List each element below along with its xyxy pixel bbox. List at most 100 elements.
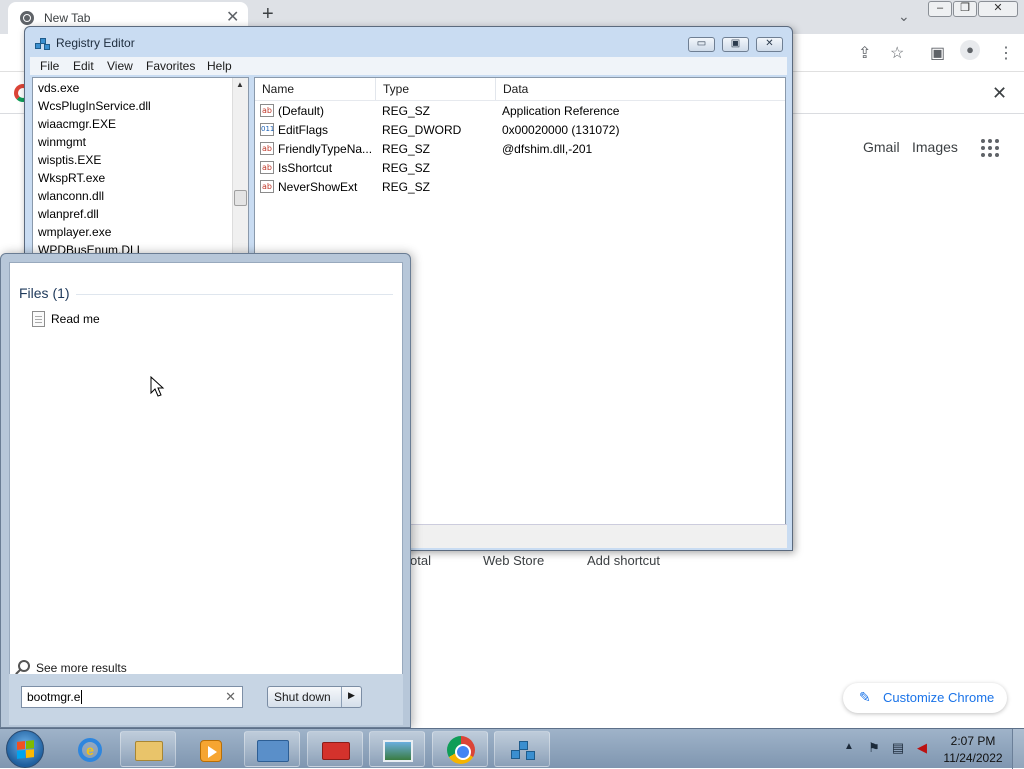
menu-favorites[interactable]: Favorites bbox=[146, 59, 195, 73]
taskbar-internet-explorer[interactable]: e bbox=[60, 731, 116, 767]
start-search-input[interactable]: bootmgr.e ✕ bbox=[21, 686, 243, 708]
profile-avatar-icon[interactable]: ● bbox=[960, 40, 980, 60]
folder-icon bbox=[135, 741, 163, 761]
scroll-up-icon[interactable]: ▲ bbox=[236, 80, 244, 89]
search-results-panel: Files (1) Read me See more results bbox=[9, 262, 403, 725]
shut-down-label: Shut down bbox=[274, 690, 331, 704]
value-name: NeverShowExt bbox=[278, 180, 358, 194]
show-desktop-button[interactable] bbox=[1012, 729, 1024, 769]
side-panel-icon[interactable]: ▣ bbox=[930, 43, 945, 63]
images-link[interactable]: Images bbox=[912, 139, 958, 155]
customize-chrome-label: Customize Chrome bbox=[883, 690, 995, 705]
shortcut-web-store[interactable]: Web Store bbox=[483, 553, 544, 568]
regedit-maximize-button[interactable]: ▣ bbox=[722, 37, 749, 52]
new-tab-button[interactable]: + bbox=[262, 3, 274, 26]
tree-item[interactable]: wlanpref.dll bbox=[38, 207, 99, 221]
clear-search-icon[interactable]: ✕ bbox=[225, 689, 236, 705]
value-row[interactable]: ab (Default) REG_SZ Application Referenc… bbox=[255, 102, 785, 121]
scroll-thumb[interactable] bbox=[234, 190, 247, 206]
value-row[interactable]: ab IsShortcut REG_SZ bbox=[255, 159, 785, 178]
menu-help[interactable]: Help bbox=[207, 59, 232, 73]
action-center-flag-icon[interactable]: ⚑ bbox=[866, 740, 882, 756]
value-name: FriendlyTypeNa... bbox=[278, 142, 373, 156]
value-type: REG_DWORD bbox=[382, 123, 462, 137]
taskbar-chrome[interactable] bbox=[432, 731, 488, 767]
tree-item[interactable]: wisptis.EXE bbox=[38, 153, 101, 167]
text-caret bbox=[81, 690, 82, 704]
google-apps-icon[interactable] bbox=[981, 139, 999, 157]
windows-logo-icon bbox=[17, 740, 34, 759]
tree-scrollbar[interactable]: ▲ bbox=[232, 78, 248, 276]
regedit-minimize-button[interactable]: ▭ bbox=[688, 37, 715, 52]
taskbar-photo-viewer[interactable] bbox=[369, 731, 425, 767]
menu-view[interactable]: View bbox=[107, 59, 133, 73]
tree-item[interactable]: WkspRT.exe bbox=[38, 171, 105, 185]
taskbar-registry-editor[interactable] bbox=[494, 731, 550, 767]
registry-editor-icon bbox=[35, 36, 51, 52]
shut-down-button[interactable]: Shut down ▶ bbox=[267, 686, 362, 708]
clock-time[interactable]: 2:07 PM bbox=[940, 734, 1006, 748]
key-tree: vds.exe WcsPlugInService.dll wiaacmgr.EX… bbox=[32, 77, 249, 277]
tree-item[interactable]: wiaacmgr.EXE bbox=[38, 117, 116, 131]
taskbar-toolbox-app[interactable] bbox=[307, 731, 363, 767]
chrome-icon bbox=[447, 736, 475, 764]
file-result-label: Read me bbox=[51, 312, 100, 326]
chrome-restore-button[interactable]: ❐ bbox=[953, 1, 977, 17]
tree-item[interactable]: vds.exe bbox=[38, 81, 79, 95]
infobar-close-icon[interactable]: ✕ bbox=[992, 83, 1007, 104]
value-name: (Default) bbox=[278, 104, 325, 118]
tree-item[interactable]: wlanconn.dll bbox=[38, 189, 104, 203]
taskbar-media-player[interactable] bbox=[182, 731, 238, 767]
value-row[interactable]: ab NeverShowExt REG_SZ bbox=[255, 178, 785, 197]
customize-chrome-button[interactable]: ✎ Customize Chrome bbox=[843, 683, 1007, 713]
string-value-icon: ab bbox=[260, 180, 274, 193]
taskbar-control-panel[interactable] bbox=[244, 731, 300, 767]
files-group-heading[interactable]: Files (1) bbox=[19, 285, 70, 301]
value-data: 0x00020000 (131072) bbox=[502, 123, 620, 137]
chrome-tab-favicon-icon bbox=[20, 11, 34, 25]
file-result-read-me[interactable]: Read me bbox=[32, 311, 232, 331]
chrome-minimize-button[interactable]: – bbox=[928, 1, 952, 17]
internet-explorer-icon: e bbox=[78, 738, 102, 762]
tab-search-icon[interactable]: ⌄ bbox=[898, 8, 910, 25]
string-value-icon: ab bbox=[260, 142, 274, 155]
regedit-close-button[interactable]: ✕ bbox=[756, 37, 783, 52]
value-row[interactable]: 011 EditFlags REG_DWORD 0x00020000 (1310… bbox=[255, 121, 785, 140]
start-button[interactable] bbox=[6, 730, 44, 768]
tree-item[interactable]: wmplayer.exe bbox=[38, 225, 111, 239]
gmail-link[interactable]: Gmail bbox=[863, 139, 900, 155]
tree-item[interactable]: WcsPlugInService.dll bbox=[38, 99, 151, 113]
column-header-name[interactable]: Name bbox=[255, 78, 376, 100]
shortcut-label[interactable]: otal bbox=[410, 553, 431, 568]
toolbox-icon bbox=[322, 742, 350, 760]
volume-muted-icon[interactable]: ◀ bbox=[914, 740, 930, 756]
shortcut-add[interactable]: Add shortcut bbox=[587, 553, 660, 568]
tab-close-icon[interactable]: ✕ bbox=[226, 7, 239, 27]
magnifier-icon bbox=[18, 660, 30, 672]
tree-item[interactable]: winmgmt bbox=[38, 135, 86, 149]
value-type: REG_SZ bbox=[382, 104, 431, 118]
value-row[interactable]: ab FriendlyTypeNa... REG_SZ @dfshim.dll,… bbox=[255, 140, 785, 159]
value-data: Application Reference bbox=[502, 104, 620, 118]
header-divider bbox=[255, 100, 785, 101]
value-type: REG_SZ bbox=[382, 180, 431, 194]
bookmark-star-icon[interactable]: ☆ bbox=[890, 43, 904, 63]
menu-file[interactable]: File bbox=[40, 59, 59, 73]
clock-date[interactable]: 11/24/2022 bbox=[940, 751, 1006, 765]
value-type: REG_SZ bbox=[382, 161, 431, 175]
network-icon[interactable]: ▤ bbox=[890, 740, 906, 756]
taskbar-file-explorer[interactable] bbox=[120, 731, 176, 767]
shutdown-options-arrow-icon[interactable]: ▶ bbox=[348, 690, 355, 701]
share-icon[interactable]: ⇪ bbox=[858, 43, 871, 63]
button-divider bbox=[341, 687, 342, 707]
value-name: IsShortcut bbox=[278, 161, 333, 175]
chrome-close-button[interactable]: ✕ bbox=[978, 1, 1018, 17]
menu-edit[interactable]: Edit bbox=[73, 59, 94, 73]
start-menu: Files (1) Read me See more results bbox=[0, 253, 411, 728]
column-header-type[interactable]: Type bbox=[376, 78, 496, 100]
column-header-data[interactable]: Data bbox=[496, 78, 785, 100]
show-hidden-icons-icon[interactable]: ▲ bbox=[844, 741, 854, 752]
window-title: Registry Editor bbox=[56, 36, 135, 50]
string-value-icon: ab bbox=[260, 161, 274, 174]
chrome-menu-icon[interactable]: ⋮ bbox=[998, 43, 1014, 63]
